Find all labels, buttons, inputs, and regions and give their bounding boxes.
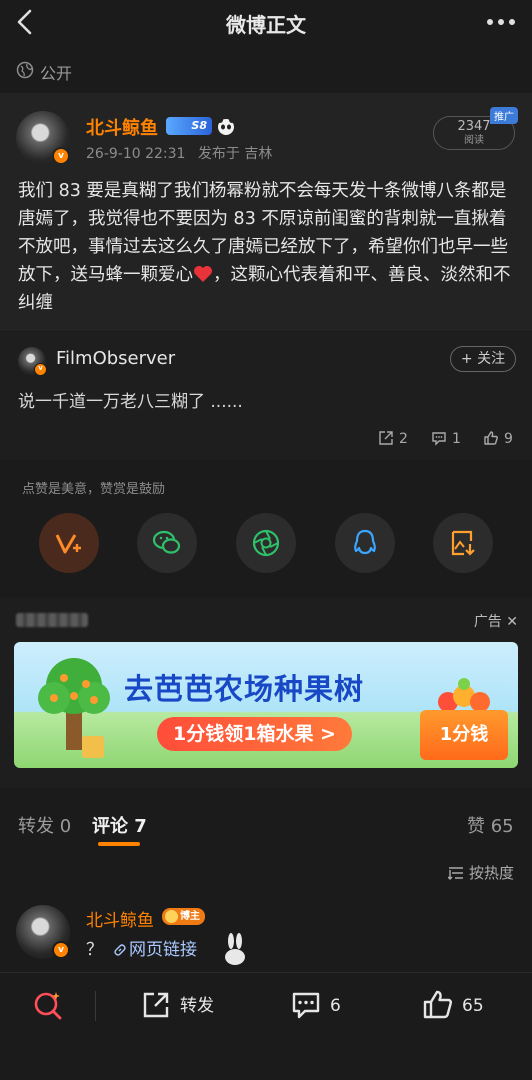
promo-tag[interactable]: 推广 xyxy=(490,107,518,124)
tab-reposts-count: 0 xyxy=(59,816,72,837)
visibility-label: 公开 xyxy=(40,64,73,83)
ad-sponsor-blurred xyxy=(16,613,88,627)
thumbs-up-icon xyxy=(423,990,452,1019)
qq-penguin-icon xyxy=(354,529,376,555)
repost-icon xyxy=(379,431,393,445)
comment-repost-stat[interactable]: 2 xyxy=(378,430,408,450)
tab-reposts-label: 转发 xyxy=(18,816,54,837)
tab-reposts[interactable]: 转发 0 xyxy=(18,812,71,838)
advertisement: 广告 ✕ 去芭芭农场种果树 1分钱领1箱水果 > 1分钱 xyxy=(0,598,532,788)
ad-price-box: 1分钱 xyxy=(420,710,508,760)
reply-author-name[interactable]: 北斗鲸鱼 xyxy=(86,906,154,931)
save-image-button[interactable] xyxy=(433,513,493,573)
reply-verified-icon: v xyxy=(52,941,70,959)
post-time: 26-9-10 22:31 xyxy=(86,146,186,162)
comment-button[interactable]: 6 xyxy=(290,989,341,1023)
search-sparkle-icon xyxy=(34,992,62,1020)
panda-badge-icon xyxy=(217,117,235,135)
featured-comment[interactable]: v FilmObserver + 关注 说一千道一万老八三糊了 ...... 2… xyxy=(0,332,532,460)
image-download-icon xyxy=(451,530,475,556)
page-title: 微博正文 xyxy=(226,13,306,37)
comment-reply-count: 1 xyxy=(452,431,461,447)
read-label: 阅读 xyxy=(464,135,484,146)
comment-item[interactable]: v 北斗鲸鱼 博主 ？ 网页链接 xyxy=(0,895,532,970)
like-count: 65 xyxy=(462,996,484,1016)
web-link[interactable]: 网页链接 xyxy=(113,940,197,960)
post-meta: 26-9-10 22:31 发布于 吉林 xyxy=(86,143,272,163)
comment-like-count: 9 xyxy=(504,431,513,447)
author-name[interactable]: 北斗鲸鱼 xyxy=(86,114,158,140)
repost-label: 转发 xyxy=(180,996,214,1016)
follow-button[interactable]: + 关注 xyxy=(450,346,516,372)
tab-comments-count: 7 xyxy=(134,816,147,837)
thumbs-up-icon xyxy=(484,431,498,445)
comment-stats: 2 1 9 xyxy=(0,430,532,450)
fruit-tree-illustration xyxy=(38,658,110,758)
share-qq-button[interactable] xyxy=(335,513,395,573)
reward-v-plus-icon xyxy=(55,534,81,554)
ad-cta-button[interactable]: 1分钱领1箱水果 > xyxy=(157,717,352,751)
sort-by-hot-button[interactable]: 按热度 xyxy=(447,862,514,883)
bottom-action-bar: 转发 6 65 xyxy=(0,972,532,1080)
comment-text: 说一千道一万老八三糊了 ...... xyxy=(18,392,243,412)
comment-count: 6 xyxy=(330,996,341,1016)
divider xyxy=(95,991,96,1021)
crown-icon xyxy=(165,910,178,923)
repost-icon xyxy=(143,992,169,1018)
tab-likes-label: 赞 xyxy=(467,816,485,837)
more-options-icon[interactable] xyxy=(484,10,518,34)
share-wechat-button[interactable] xyxy=(137,513,197,573)
tab-comments-label: 评论 xyxy=(92,816,128,837)
reward-hint: 点赞是美意，赞赏是鼓励 xyxy=(22,482,166,497)
comment-reply-stat[interactable]: 1 xyxy=(431,430,461,450)
moments-aperture-icon xyxy=(252,529,280,557)
reward-button[interactable] xyxy=(39,513,99,573)
weibo-post: v 北斗鲸鱼 S8 26-9-10 22:31 发布于 吉林 2347 阅读 推… xyxy=(0,93,532,331)
ad-close-label[interactable]: 广告 ✕ xyxy=(474,611,518,631)
reply-text: ？ xyxy=(86,940,103,960)
comment-repost-count: 2 xyxy=(399,431,408,447)
blogger-badge-label: 博主 xyxy=(180,911,200,922)
comment-like-stat[interactable]: 9 xyxy=(483,430,513,450)
comment-icon xyxy=(432,432,446,446)
tab-comments[interactable]: 评论 7 xyxy=(92,812,147,846)
read-count-badge[interactable]: 2347 阅读 推广 xyxy=(433,107,518,150)
top-nav-bar: 微博正文 xyxy=(0,0,532,46)
rabbit-sticker-icon xyxy=(225,933,245,965)
interaction-tabs: 转发 0 评论 7 赞 65 xyxy=(0,796,532,852)
verified-badge-icon: v xyxy=(52,147,70,165)
level-badge[interactable]: S8 xyxy=(166,117,212,135)
tab-likes-count: 65 xyxy=(490,816,514,837)
close-icon[interactable]: ✕ xyxy=(506,614,518,630)
web-link-label: 网页链接 xyxy=(129,940,197,960)
commenter-name[interactable]: FilmObserver xyxy=(56,348,175,369)
wechat-icon xyxy=(152,530,181,554)
visibility-row: 公开 xyxy=(0,50,532,90)
repost-button[interactable]: 转发 xyxy=(140,989,214,1023)
comment-icon xyxy=(292,992,320,1019)
ad-banner[interactable]: 去芭芭农场种果树 1分钱领1箱水果 > 1分钱 xyxy=(14,642,518,768)
tab-likes[interactable]: 赞 65 xyxy=(467,812,514,838)
blogger-badge: 博主 xyxy=(162,908,205,925)
sort-icon xyxy=(447,867,463,880)
commenter-verified-icon: v xyxy=(34,363,47,376)
search-button[interactable] xyxy=(32,989,64,1023)
globe-icon xyxy=(16,61,34,79)
sort-label: 按热度 xyxy=(468,864,514,882)
red-heart-icon xyxy=(194,266,212,282)
post-text: 我们 83 要是真糊了我们杨幂粉就不会每天发十条微博八条都是唐嫣了，我觉得也不要… xyxy=(18,177,518,317)
like-button[interactable]: 65 xyxy=(422,989,484,1023)
reply-body: ？ 网页链接 xyxy=(86,935,197,960)
ad-headline: 去芭芭农场种果树 xyxy=(124,672,365,706)
link-icon xyxy=(114,944,126,956)
ad-label: 广告 xyxy=(473,614,502,630)
post-location: 发布于 吉林 xyxy=(197,146,273,162)
reward-share-section: 点赞是美意，赞赏是鼓励 xyxy=(0,462,532,590)
active-tab-indicator xyxy=(98,842,140,846)
share-moments-button[interactable] xyxy=(236,513,296,573)
